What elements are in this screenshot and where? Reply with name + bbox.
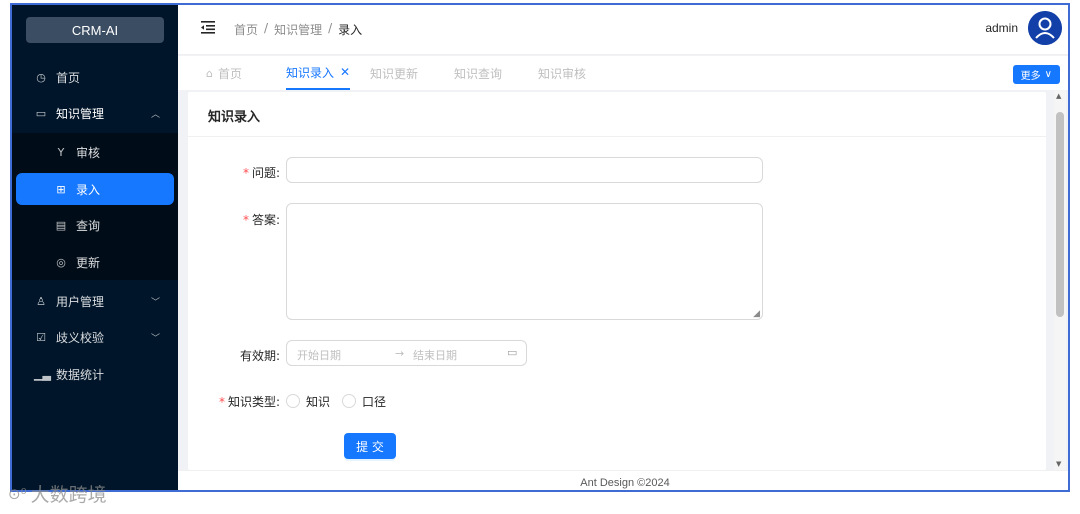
chevron-down-icon: ﹀: [150, 333, 160, 344]
username[interactable]: admin: [985, 21, 1018, 35]
resize-handle-icon[interactable]: ◢: [753, 309, 760, 319]
app-logo: CRM-AI: [26, 17, 164, 43]
sidebar-item-home[interactable]: ◷ 首页: [12, 60, 178, 94]
tab-label: 知识审核: [538, 66, 587, 81]
chevron-down-icon: ∨: [1044, 69, 1052, 80]
chevron-down-icon: ﹀: [150, 297, 160, 308]
more-label: 更多: [1020, 71, 1041, 82]
sidebar-item-label: 更新: [76, 255, 101, 270]
top-header: 首页 / 知识管理 / 录入 admin: [178, 5, 1068, 55]
watermark-logo-icon: ⊙⁰: [8, 484, 27, 503]
sidebar-item-label: 查询: [76, 218, 101, 233]
scroll-up-icon[interactable]: ▲: [1056, 92, 1061, 100]
desktop-icon: ▭: [35, 106, 47, 120]
question-label: * 问题:: [242, 166, 280, 180]
eye-icon: ◎: [56, 255, 66, 269]
sidebar-item-label: 歧义校验: [56, 330, 105, 345]
sidebar-item-label: 数据统计: [56, 367, 105, 382]
tab-label: 知识更新: [370, 66, 419, 81]
sidebar-item-label: 知识管理: [56, 106, 105, 121]
submit-button[interactable]: 提 交: [344, 433, 396, 459]
radio-knowledge-label[interactable]: 知识: [306, 393, 330, 410]
date-range-picker[interactable]: 开始日期 → 结束日期 ▭: [286, 340, 527, 366]
tab-home[interactable]: ⌂ 首页: [206, 56, 242, 90]
user-icon: ♙: [36, 294, 46, 308]
sidebar-item-label: 录入: [76, 182, 101, 197]
page-tabs: ⌂ 首页 知识录入 ✕ 知识更新 知识查询 知识审核 更多 ∨: [178, 56, 1068, 90]
start-date-placeholder[interactable]: 开始日期: [297, 347, 341, 363]
radio-knowledge[interactable]: [286, 394, 300, 408]
question-input[interactable]: [286, 157, 763, 183]
scrollbar[interactable]: ▲ ▼: [1054, 90, 1066, 470]
divider: [188, 136, 1046, 137]
branch-icon: Y: [57, 145, 65, 159]
breadcrumb-separator: /: [328, 21, 333, 35]
end-date-placeholder[interactable]: 结束日期: [413, 347, 457, 363]
answer-textarea[interactable]: ◢: [286, 203, 763, 320]
close-icon[interactable]: ✕: [340, 65, 350, 79]
breadcrumb: 首页 / 知识管理 / 录入: [234, 21, 362, 38]
avatar[interactable]: [1028, 11, 1062, 45]
type-label: * 知识类型:: [218, 395, 280, 409]
app-window: CRM-AI ◷ 首页 ▭ 知识管理 ︿ Y 审核 ⊞ 录入 ▤ 查询 ◎ 更新: [10, 3, 1070, 492]
tab-label: 知识录入: [286, 65, 335, 80]
bar-chart-icon: ▁▃: [34, 367, 51, 381]
breadcrumb-item[interactable]: 首页: [234, 21, 258, 38]
form-card: 知识录入 * 问题: * 答案: ◢ 有效期: 开始日期 → 结束日期 ▭ * …: [188, 92, 1046, 470]
tab-knowledge-entry[interactable]: 知识录入 ✕: [286, 56, 351, 90]
menu-fold-icon[interactable]: [200, 19, 216, 35]
breadcrumb-current: 录入: [338, 23, 363, 37]
sidebar-item-knowledge[interactable]: ▭ 知识管理 ︿: [12, 96, 178, 130]
sidebar-item-label: 首页: [56, 70, 81, 85]
sidebar-item-label: 审核: [76, 145, 101, 160]
sidebar-item-query[interactable]: ▤ 查询: [12, 208, 178, 242]
tab-knowledge-update[interactable]: 知识更新: [370, 56, 418, 90]
arrow-right-icon: →: [395, 347, 405, 360]
tab-knowledge-review[interactable]: 知识审核: [538, 56, 586, 90]
sidebar-item-update[interactable]: ◎ 更新: [12, 245, 178, 279]
main-content: 知识录入 * 问题: * 答案: ◢ 有效期: 开始日期 → 结束日期 ▭ * …: [178, 90, 1068, 470]
required-mark: *: [242, 213, 249, 227]
tab-label: 首页: [217, 66, 242, 81]
footer: Ant Design ©2024: [178, 470, 1068, 490]
sidebar-item-users[interactable]: ♙ 用户管理 ﹀: [12, 284, 178, 318]
sidebar-item-review[interactable]: Y 审核: [12, 135, 178, 169]
breadcrumb-item[interactable]: 知识管理: [274, 21, 322, 38]
sidebar-item-stats[interactable]: ▁▃ 数据统计: [12, 357, 178, 391]
required-mark: *: [218, 395, 225, 409]
card-title: 知识录入: [208, 110, 261, 125]
table-icon: ⊞: [56, 182, 66, 196]
sidebar-item-ambiguity[interactable]: ☑ 歧义校验 ﹀: [12, 320, 178, 354]
calendar-icon: ▭: [507, 346, 518, 359]
sidebar-item-entry[interactable]: ⊞ 录入: [12, 172, 178, 206]
required-mark: *: [242, 166, 249, 180]
radio-caliber-label[interactable]: 口径: [362, 393, 386, 410]
sidebar: CRM-AI ◷ 首页 ▭ 知识管理 ︿ Y 审核 ⊞ 录入 ▤ 查询 ◎ 更新: [12, 5, 178, 490]
check-square-icon: ☑: [36, 330, 46, 344]
radio-caliber[interactable]: [342, 394, 356, 408]
dashboard-icon: ◷: [36, 70, 46, 84]
validity-label: 有效期:: [239, 349, 280, 363]
watermark-text: 大数跨境: [30, 484, 107, 506]
home-icon: ⌂: [206, 66, 213, 80]
scroll-down-icon[interactable]: ▼: [1056, 460, 1061, 468]
tab-knowledge-query[interactable]: 知识查询: [454, 56, 502, 90]
watermark: ⊙⁰ 大数跨境: [8, 480, 107, 507]
tab-label: 知识查询: [454, 66, 503, 81]
answer-label: * 答案:: [242, 213, 280, 227]
scroll-thumb[interactable]: [1056, 112, 1064, 317]
more-tabs-button[interactable]: 更多 ∨: [1012, 65, 1060, 84]
breadcrumb-separator: /: [264, 21, 269, 35]
file-search-icon: ▤: [55, 218, 67, 232]
sidebar-item-label: 用户管理: [56, 294, 105, 309]
chevron-up-icon: ︿: [150, 109, 160, 120]
